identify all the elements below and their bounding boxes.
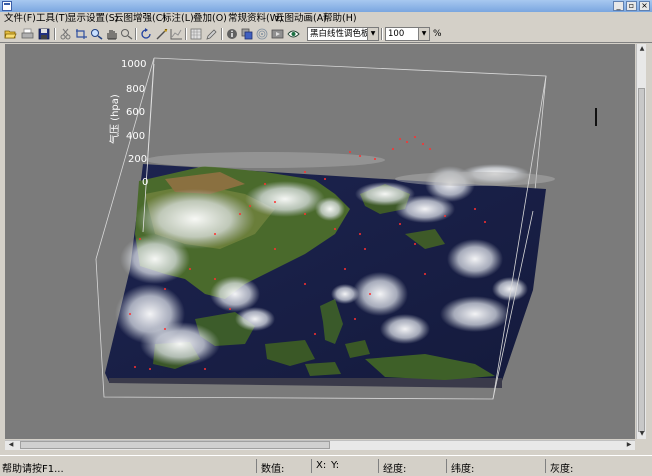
satellite-3d-scene: 1000 800 600 400 200 0 气压 (hpa)	[95, 57, 597, 400]
menu-help[interactable]: 帮助(H)	[323, 13, 357, 25]
menu-overlay[interactable]: 叠加(O)	[193, 13, 227, 25]
menu-annotate[interactable]: 标注(L)	[162, 13, 194, 25]
vertical-scroll-thumb[interactable]	[638, 88, 645, 432]
axis-tick-1000: 1000	[121, 59, 146, 70]
scroll-right-icon[interactable]: ▶	[624, 440, 634, 450]
animation-icon[interactable]	[271, 28, 284, 40]
status-gray: 灰度:	[550, 464, 574, 475]
status-x: X:	[316, 460, 327, 471]
menu-file[interactable]: 文件(F)	[4, 13, 36, 25]
axis-tick-800: 800	[126, 84, 145, 95]
zoom-select-value: 100	[388, 29, 405, 39]
pencil-icon[interactable]	[205, 28, 218, 40]
wand-icon[interactable]	[155, 28, 168, 40]
status-separator	[378, 459, 379, 473]
title-bar: _ ▫ ×	[0, 0, 652, 12]
toolbar: 黑白线性调色板 ▼ 100 ▼ %	[0, 26, 652, 43]
print-icon[interactable]	[21, 28, 34, 40]
chevron-down-icon[interactable]: ▼	[367, 28, 378, 40]
close-button[interactable]: ×	[639, 1, 650, 11]
zoom-unit: %	[433, 29, 442, 39]
save-icon[interactable]	[38, 28, 51, 40]
toolbar-separator	[135, 28, 137, 40]
menu-animation[interactable]: 云图动画(A)	[275, 13, 327, 25]
status-bar: 帮助请按F1... 数值: X: Y: 经度: 纬度: 灰度:	[0, 455, 652, 476]
axis-tick-400: 400	[126, 131, 145, 142]
zoom-icon[interactable]	[90, 28, 103, 40]
crop-icon[interactable]	[75, 28, 88, 40]
cloud-3d-viewport[interactable]: 1000 800 600 400 200 0 气压 (hpa)	[5, 44, 635, 439]
toolbar-separator	[221, 28, 223, 40]
status-y: Y:	[331, 460, 340, 471]
status-lon: 经度:	[383, 464, 407, 475]
toolbar-separator	[54, 28, 56, 40]
axis-tick-0: 0	[142, 177, 148, 188]
palette-select[interactable]: 黑白线性调色板 ▼	[307, 27, 379, 41]
status-separator	[256, 459, 257, 473]
toolbar-separator	[381, 28, 383, 40]
restore-button[interactable]: ▫	[626, 1, 637, 11]
axis-tick-200: 200	[128, 154, 147, 165]
menu-display[interactable]: 显示设置(S)	[67, 13, 118, 25]
scroll-up-icon[interactable]: ▲	[637, 44, 647, 54]
horizontal-scroll-thumb[interactable]	[20, 441, 330, 449]
chevron-down-icon[interactable]: ▼	[418, 28, 429, 40]
pan-hand-icon[interactable]	[105, 28, 118, 40]
chart-icon[interactable]	[170, 28, 183, 40]
status-lat: 纬度:	[451, 464, 475, 475]
menu-enhance[interactable]: 云图增强(C)	[114, 13, 166, 25]
scale-marker	[595, 108, 597, 126]
app-icon[interactable]	[2, 1, 12, 11]
scroll-down-icon[interactable]: ▼	[637, 429, 647, 439]
magnifier-icon[interactable]	[120, 28, 133, 40]
axis-title: 气压 (hpa)	[108, 94, 121, 144]
layers-icon[interactable]	[241, 28, 254, 40]
open-folder-icon[interactable]	[4, 28, 17, 40]
grid-icon[interactable]	[190, 28, 203, 40]
contour-icon[interactable]	[256, 28, 269, 40]
cut-icon[interactable]	[59, 28, 72, 40]
menu-bar: 文件(F) 工具(T) 显示设置(S) 云图增强(C) 标注(L) 叠加(O) …	[0, 12, 652, 27]
toolbar-separator	[185, 28, 187, 40]
info-icon[interactable]	[226, 28, 239, 40]
zoom-select[interactable]: 100 ▼	[385, 27, 430, 41]
status-separator	[311, 459, 312, 473]
axis-tick-600: 600	[126, 107, 145, 118]
status-separator	[545, 459, 546, 473]
minimize-button[interactable]: _	[613, 1, 624, 11]
rotate-icon[interactable]	[140, 28, 153, 40]
palette-select-value: 黑白线性调色板	[310, 29, 370, 39]
status-help: 帮助请按F1...	[2, 464, 64, 475]
status-separator	[446, 459, 447, 473]
status-value: 数值:	[261, 464, 285, 475]
scroll-left-icon[interactable]: ◀	[6, 440, 16, 450]
menu-tools[interactable]: 工具(T)	[36, 13, 68, 25]
eye-icon[interactable]	[287, 28, 300, 40]
